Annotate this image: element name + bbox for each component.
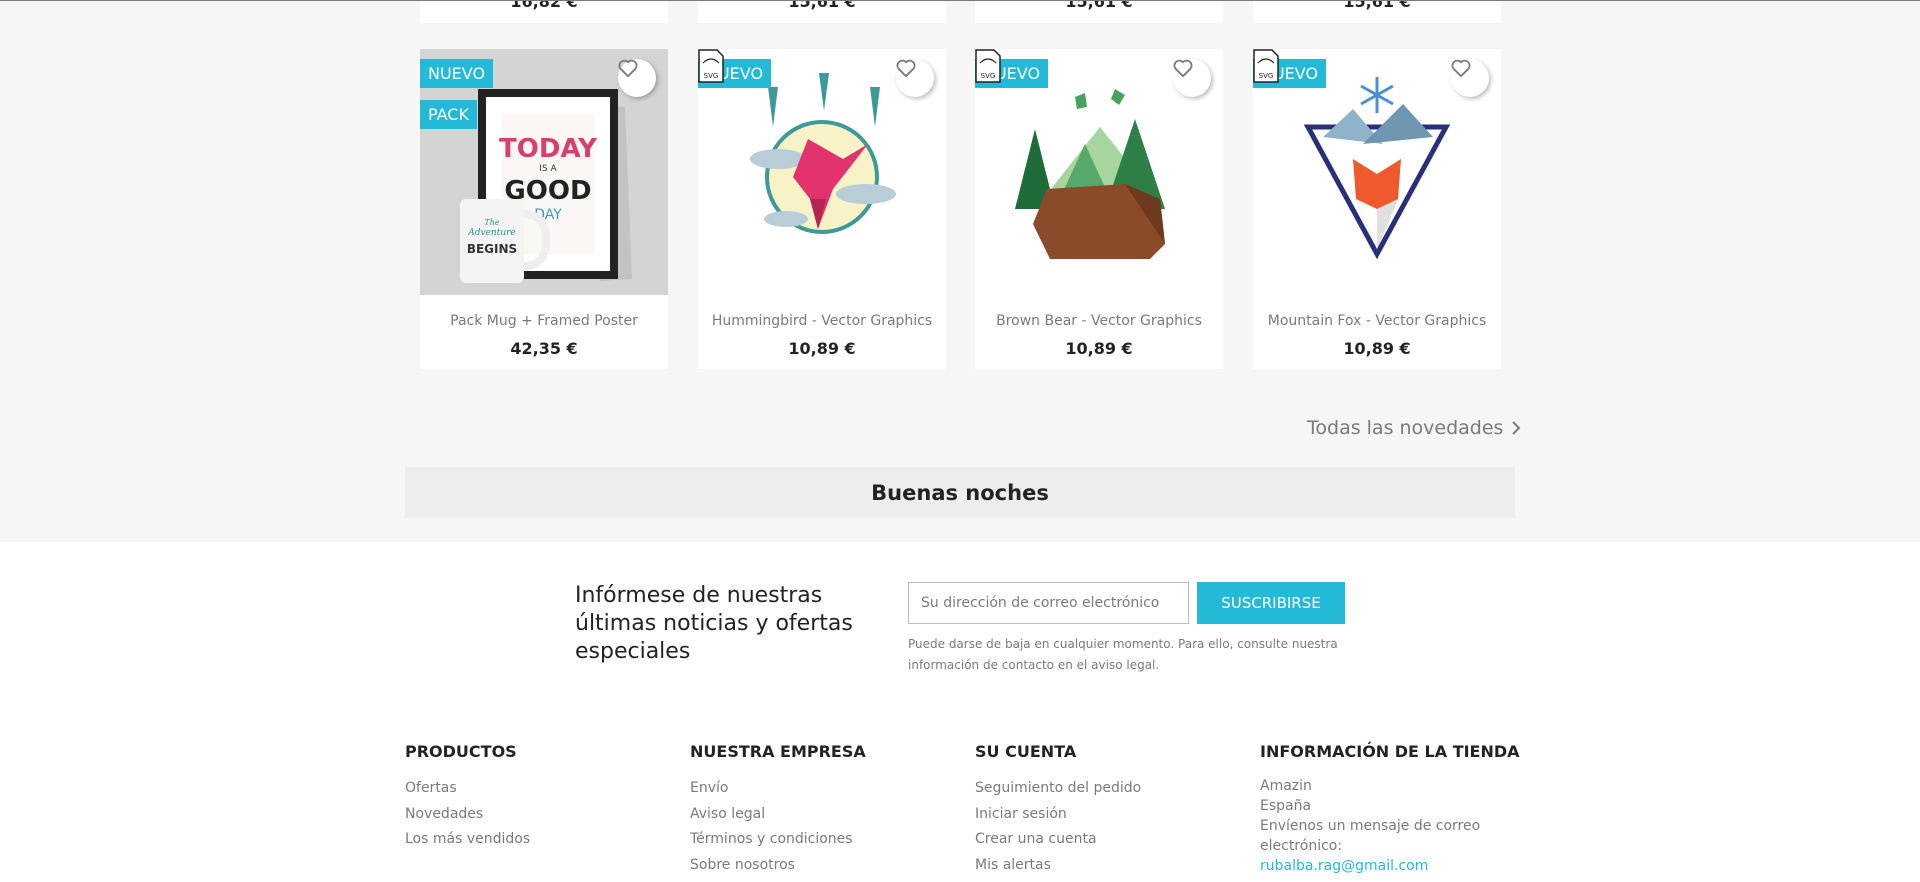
mug-text-2: Adventure: [467, 228, 516, 238]
mug-text-3: BEGINS: [467, 242, 517, 256]
subscribe-button[interactable]: SUSCRIBIRSE: [1197, 582, 1345, 624]
footer-heading: PRODUCTOS: [405, 742, 517, 761]
product-price: 15,61 €: [1343, 1, 1411, 11]
footer-products: PRODUCTOS Ofertas Novedades Los más vend…: [405, 742, 530, 853]
svg-file-icon: SVG: [1253, 49, 1279, 83]
pack-flag: PACK: [420, 100, 477, 129]
svg-file-icon: SVG: [975, 49, 1001, 83]
product-name[interactable]: Pack Mug + Framed Poster: [420, 313, 668, 329]
wishlist-button[interactable]: [1451, 59, 1489, 97]
footer-heading: SU CUENTA: [975, 742, 1077, 761]
footer-link-iniciar-sesion[interactable]: Iniciar sesión: [975, 802, 1141, 828]
new-flag: NUEVO: [420, 59, 494, 88]
footer-heading: NUESTRA EMPRESA: [690, 742, 866, 761]
product-card-partial[interactable]: 15,61 €: [698, 1, 946, 23]
wishlist-button[interactable]: [618, 59, 656, 97]
product-card[interactable]: TODAY IS A GOOD DAY The Adventure BEGINS…: [420, 49, 668, 369]
product-card-partial[interactable]: 15,61 €: [1253, 1, 1501, 23]
product-thumbnail[interactable]: TODAY IS A GOOD DAY The Adventure BEGINS…: [420, 49, 668, 295]
product-price: 10,89 €: [788, 339, 856, 358]
product-card[interactable]: NUEVO SVG Brown Bear - Vector Graphics 1…: [975, 49, 1223, 369]
footer-store-info: INFORMACIÓN DE LA TIENDA Amazin España E…: [1260, 742, 1520, 876]
footer-link-sobre-nosotros[interactable]: Sobre nosotros: [690, 853, 866, 879]
footer-link-mas-vendidos[interactable]: Los más vendidos: [405, 827, 530, 853]
all-new-products-link[interactable]: Todas las novedades: [1307, 417, 1521, 439]
poster-text-1: TODAY: [499, 134, 598, 164]
footer-account: SU CUENTA Seguimiento del pedido Iniciar…: [975, 742, 1141, 878]
footer-company: NUESTRA EMPRESA Envío Aviso legal Términ…: [690, 742, 866, 878]
poster-text-2: IS A: [539, 164, 557, 174]
heart-outline-icon: [896, 59, 916, 77]
product-thumbnail[interactable]: NUEVO SVG: [1253, 49, 1501, 295]
product-card[interactable]: NUEVO SVG Mountain Fox - Vector Graphics…: [1253, 49, 1501, 369]
store-contact: Envíenos un mensaje de correo electrónic…: [1260, 816, 1510, 876]
footer-link-crear-cuenta[interactable]: Crear una cuenta: [975, 827, 1141, 853]
product-price: 15,61 €: [788, 1, 856, 11]
product-price: 10,89 €: [1343, 339, 1411, 358]
wishlist-button[interactable]: [896, 59, 934, 97]
product-price: 16,82 €: [510, 1, 578, 11]
product-thumbnail[interactable]: NUEVO SVG: [975, 49, 1223, 295]
product-thumbnail[interactable]: NUEVO SVG: [698, 49, 946, 295]
product-card-partial[interactable]: 16,82 €: [420, 1, 668, 23]
all-new-products-label: Todas las novedades: [1307, 417, 1504, 439]
wishlist-button[interactable]: [1173, 59, 1211, 97]
store-info-block: Amazin España Envíenos un mensaje de cor…: [1260, 776, 1520, 876]
greeting-text: Buenas noches: [871, 480, 1049, 505]
footer-link-aviso-legal[interactable]: Aviso legal: [690, 802, 866, 828]
svg-text:SVG: SVG: [981, 72, 996, 80]
chevron-right-icon: [1512, 421, 1521, 435]
footer-link-mis-alertas[interactable]: Mis alertas: [975, 853, 1141, 879]
heart-outline-icon: [1451, 59, 1471, 77]
store-country: España: [1260, 798, 1312, 814]
footer-link-seguimiento[interactable]: Seguimiento del pedido: [975, 776, 1141, 802]
featured-products-section: 16,82 € 15,61 € 15,61 € 15,61 € TODAY IS…: [0, 0, 1920, 542]
product-name[interactable]: Hummingbird - Vector Graphics: [698, 313, 946, 329]
product-price: 15,61 €: [1065, 1, 1133, 11]
footer-link-terminos[interactable]: Términos y condiciones: [690, 827, 866, 853]
heart-outline-icon: [618, 59, 638, 77]
newsletter-email-input[interactable]: [908, 582, 1189, 624]
footer-link-novedades[interactable]: Novedades: [405, 802, 530, 828]
store-contact-prefix: Envíenos un mensaje de correo electrónic…: [1260, 818, 1481, 854]
svg-file-icon: SVG: [698, 49, 724, 83]
footer-heading: INFORMACIÓN DE LA TIENDA: [1260, 742, 1520, 761]
greeting-banner: Buenas noches: [405, 467, 1515, 518]
mug-text-1: The: [484, 218, 499, 227]
product-price: 10,89 €: [1065, 339, 1133, 358]
footer-link-envio[interactable]: Envío: [690, 776, 866, 802]
product-card[interactable]: NUEVO SVG Hummingbird - Vector Graphics …: [698, 49, 946, 369]
svg-text:SVG: SVG: [1259, 72, 1274, 80]
footer-link-ofertas[interactable]: Ofertas: [405, 776, 530, 802]
heart-outline-icon: [1173, 59, 1193, 77]
product-name[interactable]: Mountain Fox - Vector Graphics: [1253, 313, 1501, 329]
product-name[interactable]: Brown Bear - Vector Graphics: [975, 313, 1223, 329]
store-email-link[interactable]: rubalba.rag@gmail.com: [1260, 858, 1428, 874]
newsletter-text: Infórmese de nuestras últimas noticias y…: [575, 583, 853, 664]
product-price: 42,35 €: [510, 339, 578, 358]
svg-text:SVG: SVG: [704, 72, 719, 80]
product-card-partial[interactable]: 15,61 €: [975, 1, 1223, 23]
newsletter-conditions: Puede darse de baja en cualquier momento…: [908, 637, 1338, 672]
store-name: Amazin: [1260, 778, 1312, 794]
